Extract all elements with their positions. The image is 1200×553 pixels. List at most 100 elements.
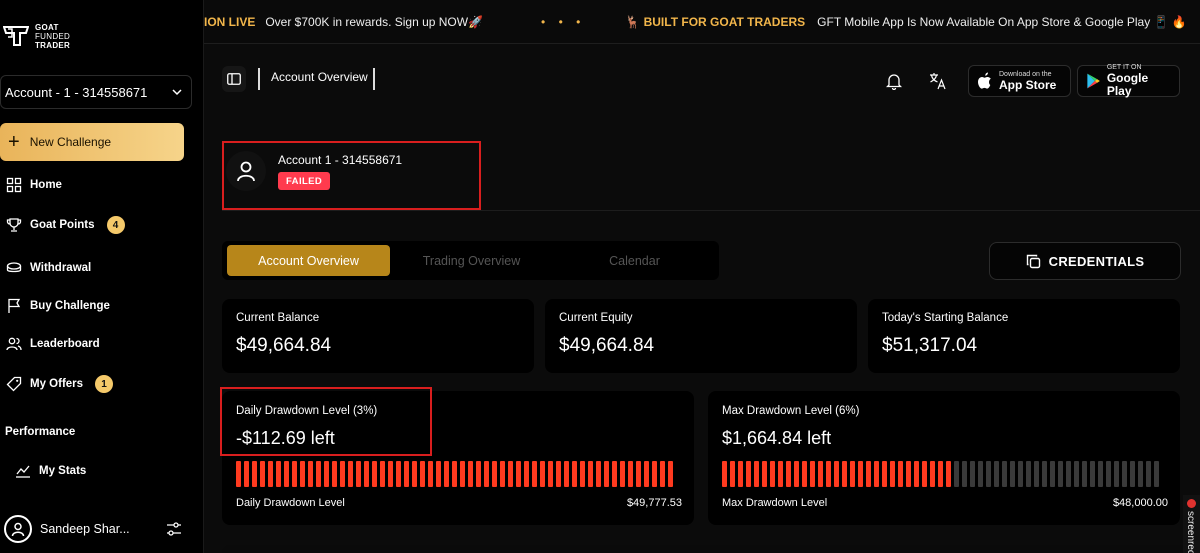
ticker-rewards-text: Over $700K in rewards. Sign up NOW🚀 — [265, 14, 484, 29]
progress-segment — [1154, 461, 1159, 487]
app-store-big: App Store — [999, 77, 1057, 92]
progress-segment — [994, 461, 999, 487]
screen-recorder-widget[interactable]: screenrec — [1183, 495, 1200, 553]
progress-segment — [898, 461, 903, 487]
breadcrumb-divider — [373, 68, 375, 90]
progress-segment — [834, 461, 839, 487]
tag-icon — [6, 376, 22, 392]
app-root: GOAT FUNDED TRADER Account - 1 - 3145586… — [0, 0, 1200, 553]
stat-card-starting-balance: Today's Starting Balance $51,317.04 — [868, 299, 1180, 373]
progress-segment — [348, 461, 353, 487]
sidebar-item-label: My Stats — [39, 465, 87, 477]
progress-segment — [826, 461, 831, 487]
progress-segment — [236, 461, 241, 487]
sidebar-item-leaderboard[interactable]: Leaderboard — [6, 334, 100, 354]
stat-value: $51,317.04 — [882, 335, 978, 356]
plus-icon: + — [8, 131, 20, 153]
progress-segment — [1050, 461, 1055, 487]
apple-icon — [978, 72, 991, 89]
progress-segment — [1122, 461, 1127, 487]
progress-segment — [754, 461, 759, 487]
settings-sliders-icon[interactable] — [166, 521, 182, 537]
progress-segment — [636, 461, 641, 487]
sidebar-item-my-offers[interactable]: My Offers 1 — [6, 374, 114, 394]
progress-segment — [1002, 461, 1007, 487]
progress-segment — [770, 461, 775, 487]
tab-calendar[interactable]: Calendar — [553, 245, 716, 276]
progress-segment — [660, 461, 665, 487]
progress-segment — [308, 461, 313, 487]
progress-segment — [1042, 461, 1047, 487]
progress-segment — [596, 461, 601, 487]
drawdown-footer-value: $49,777.53 — [626, 497, 682, 509]
sidebar-item-home[interactable]: Home — [6, 175, 62, 195]
max-drawdown-progress — [722, 461, 1159, 487]
progress-segment — [460, 461, 465, 487]
google-play-text: GET IT ON Google Play — [1107, 64, 1171, 98]
sidebar-item-my-stats[interactable]: My Stats — [15, 461, 86, 481]
progress-segment — [962, 461, 967, 487]
brand-logo[interactable]: GOAT FUNDED TRADER — [0, 20, 70, 52]
stat-label: Today's Starting Balance — [882, 312, 1009, 324]
sidebar-item-goat-points[interactable]: Goat Points 4 — [6, 215, 125, 235]
user-profile[interactable]: Sandeep Shar... — [4, 514, 194, 544]
account-select[interactable]: Account - 1 - 314558671 — [0, 75, 192, 109]
top-header: Account Overview Download on the App Sto… — [204, 44, 1200, 124]
progress-segment — [1018, 461, 1023, 487]
daily-drawdown-card: Daily Drawdown Level (3%) -$112.69 left … — [222, 391, 694, 525]
progress-segment — [818, 461, 823, 487]
credentials-button[interactable]: CREDENTIALS — [989, 242, 1181, 280]
goat-logo-icon — [3, 26, 29, 46]
overview-tabs: Account Overview Trading Overview Calend… — [222, 241, 719, 280]
sidebar-item-label: Withdrawal — [30, 262, 92, 274]
progress-segment — [652, 461, 657, 487]
sidebar-item-withdrawal[interactable]: Withdrawal — [6, 258, 91, 278]
drawdown-footer-label: Max Drawdown Level — [722, 497, 828, 509]
google-play-button[interactable]: GET IT ON Google Play — [1077, 64, 1180, 98]
toggle-sidebar-button[interactable] — [222, 66, 246, 92]
progress-segment — [1034, 461, 1039, 487]
app-store-button[interactable]: Download on the App Store — [968, 65, 1071, 97]
progress-segment — [468, 461, 473, 487]
sidebar-item-buy-challenge[interactable]: Buy Challenge — [6, 296, 110, 316]
avatar — [4, 515, 32, 543]
brand-line-2: FUNDED — [35, 31, 71, 41]
progress-segment — [476, 461, 481, 487]
progress-segment — [252, 461, 257, 487]
record-dot-icon — [1187, 499, 1196, 508]
progress-segment — [292, 461, 297, 487]
progress-segment — [1114, 461, 1119, 487]
google-play-big: Google Play — [1106, 71, 1149, 98]
progress-segment — [786, 461, 791, 487]
stat-card-current-equity: Current Equity $49,664.84 — [545, 299, 857, 373]
chevron-down-icon — [172, 89, 182, 96]
new-challenge-button[interactable]: + New Challenge — [0, 123, 184, 161]
tab-account-overview[interactable]: Account Overview — [227, 245, 390, 276]
tab-trading-overview[interactable]: Trading Overview — [390, 245, 553, 276]
section-performance-label: Performance — [5, 426, 76, 438]
progress-segment — [1074, 461, 1079, 487]
drawdown-footer-label: Daily Drawdown Level — [236, 497, 345, 509]
stat-value: $49,664.84 — [236, 335, 332, 356]
header-divider — [222, 210, 1200, 211]
ticker-app-text: GFT Mobile App Is Now Available On App S… — [817, 14, 1187, 29]
progress-segment — [930, 461, 935, 487]
progress-segment — [628, 461, 633, 487]
progress-segment — [1146, 461, 1151, 487]
progress-segment — [762, 461, 767, 487]
progress-segment — [882, 461, 887, 487]
progress-segment — [284, 461, 289, 487]
progress-segment — [316, 461, 321, 487]
bell-icon[interactable] — [886, 72, 902, 90]
progress-segment — [914, 461, 919, 487]
user-icon — [11, 522, 25, 537]
progress-segment — [276, 461, 281, 487]
ticker-live-label: ION LIVE — [204, 14, 256, 29]
progress-segment — [388, 461, 393, 487]
progress-segment — [436, 461, 441, 487]
progress-segment — [746, 461, 751, 487]
progress-segment — [986, 461, 991, 487]
my-offers-badge: 1 — [95, 375, 114, 393]
translate-icon[interactable] — [929, 72, 947, 90]
account-avatar — [226, 151, 266, 191]
